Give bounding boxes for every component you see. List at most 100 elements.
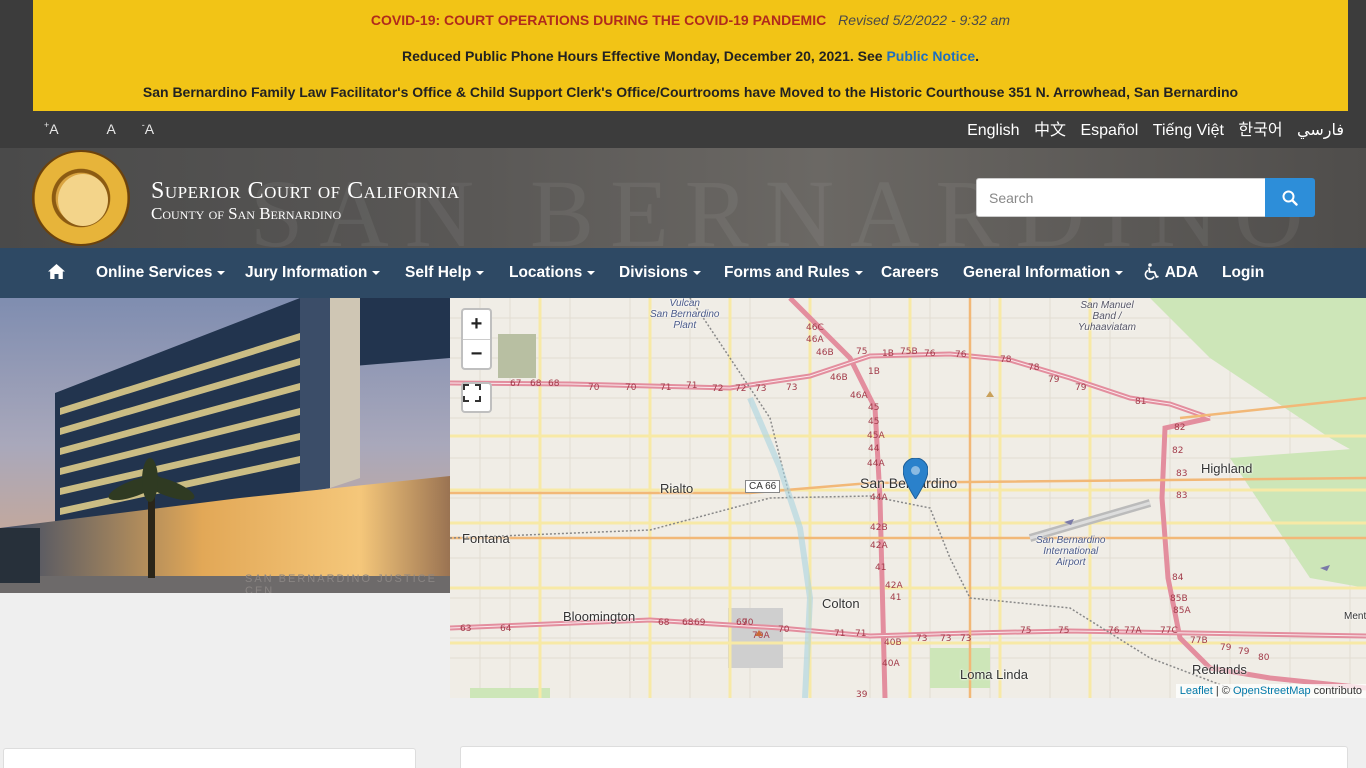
svg-text:44A: 44A (867, 459, 885, 469)
nav-general-information[interactable]: General Information (963, 248, 1124, 298)
nav-forms-and-rules[interactable]: Forms and Rules (724, 248, 863, 298)
map-label-san-manuel: San Manuel Band / Yuhaaviatam (1078, 300, 1136, 333)
svg-text:46B: 46B (830, 373, 848, 383)
svg-text:77A: 77A (1124, 626, 1142, 636)
svg-text:45: 45 (868, 403, 879, 413)
nav-general-information-label: General Information (963, 264, 1111, 281)
svg-text:68: 68 (658, 618, 670, 628)
svg-text:81: 81 (1135, 397, 1146, 407)
attribution-contributors: contributo (1310, 685, 1362, 697)
chevron-down-icon (217, 270, 226, 275)
svg-text:82: 82 (1172, 446, 1183, 456)
chevron-down-icon (372, 270, 381, 275)
attribution-separator: | © (1212, 685, 1233, 697)
court-seal-logo[interactable] (32, 150, 130, 246)
svg-text:63: 63 (460, 624, 471, 634)
svg-text:46B: 46B (816, 348, 834, 358)
search-input[interactable] (976, 178, 1266, 217)
svg-text:76: 76 (924, 349, 936, 359)
svg-text:78: 78 (1000, 355, 1012, 365)
svg-text:44A: 44A (870, 493, 888, 503)
font-normal-button[interactable]: A (107, 121, 116, 137)
court-title[interactable]: Superior Court of California (151, 178, 460, 205)
nav-login[interactable]: Login (1222, 248, 1264, 298)
fullscreen-icon (463, 384, 481, 402)
svg-text:71: 71 (660, 383, 671, 393)
nav-home[interactable] (47, 248, 66, 298)
font-increase-label: A (49, 120, 59, 137)
svg-text:73: 73 (786, 383, 797, 393)
lang-farsi[interactable]: فارسي (1297, 122, 1344, 139)
fullscreen-button[interactable] (461, 382, 492, 413)
covid-alert-line: COVID-19: COURT OPERATIONS DURING THE CO… (33, 12, 1348, 28)
svg-text:44: 44 (868, 444, 880, 454)
svg-text:83: 83 (1176, 491, 1187, 501)
svg-text:40B: 40B (884, 638, 902, 648)
main-nav: Online Services Jury Information Self He… (0, 248, 1366, 298)
zoom-in-button[interactable]: + (463, 310, 490, 339)
map-label-mentone: Ment (1344, 611, 1366, 622)
svg-text:75B: 75B (900, 347, 918, 357)
chevron-down-icon (1115, 270, 1124, 275)
nav-forms-and-rules-label: Forms and Rules (724, 264, 850, 281)
lang-chinese[interactable]: 中文 (1034, 122, 1066, 139)
zoom-out-button[interactable]: − (463, 339, 490, 368)
office-move-notice: San Bernardino Family Law Facilitator's … (142, 84, 1239, 100)
lang-english[interactable]: English (967, 122, 1019, 139)
main-content-panel (460, 746, 1348, 768)
svg-text:67: 67 (510, 379, 521, 389)
font-size-controls: +A A -A (44, 120, 198, 137)
svg-text:40A: 40A (882, 659, 900, 669)
nav-login-label: Login (1222, 264, 1265, 281)
svg-text:41: 41 (890, 593, 901, 603)
nav-self-help[interactable]: Self Help (405, 248, 485, 298)
svg-text:45: 45 (868, 417, 879, 427)
font-decrease-button[interactable]: -A (142, 120, 176, 137)
svg-text:79: 79 (1220, 643, 1232, 653)
font-increase-button[interactable]: +A (44, 120, 81, 137)
svg-text:68: 68 (682, 618, 694, 628)
public-notice-link[interactable]: Public Notice (886, 48, 975, 64)
svg-text:46A: 46A (850, 391, 868, 401)
wheelchair-icon (1144, 263, 1159, 280)
courthouse-photo: SAN BERNARDINO JUSTICE CEN (0, 298, 450, 593)
map-pin-icon (903, 458, 928, 499)
svg-text:73: 73 (916, 634, 927, 644)
map-shield-ca66: CA 66 (745, 480, 781, 493)
nav-online-services[interactable]: Online Services (96, 248, 226, 298)
svg-text:72: 72 (712, 384, 723, 394)
phone-hours-text: Reduced Public Phone Hours Effective Mon… (401, 48, 887, 64)
sidebar-panel (3, 748, 416, 768)
courthouse-illustration (0, 298, 450, 593)
search-button[interactable] (1265, 178, 1315, 217)
svg-text:77C: 77C (1160, 626, 1178, 636)
svg-text:71: 71 (855, 629, 866, 639)
svg-text:72: 72 (735, 384, 746, 394)
svg-text:80: 80 (1258, 653, 1270, 663)
nav-locations-label: Locations (509, 264, 583, 281)
covid-title-link[interactable]: COVID-19: COURT OPERATIONS DURING THE CO… (371, 12, 826, 28)
revised-date: Revised 5/2/2022 - 9:32 am (838, 12, 1011, 28)
svg-text:79: 79 (1238, 647, 1250, 657)
nav-locations[interactable]: Locations (509, 248, 596, 298)
nav-jury-information[interactable]: Jury Information (245, 248, 381, 298)
lang-spanish[interactable]: Español (1080, 122, 1138, 139)
nav-ada[interactable]: ADA (1144, 248, 1198, 298)
nav-careers[interactable]: Careers (881, 248, 939, 298)
svg-text:75: 75 (856, 347, 867, 357)
nav-self-help-label: Self Help (405, 264, 472, 281)
nav-jury-information-label: Jury Information (245, 264, 368, 281)
location-map[interactable]: 67 68 68 70 70 71 71 72 72 73 73 46C 46A 46B 75 1B 75… (450, 298, 1366, 698)
site-header: SAN BERNARDINO Superior Court of Califor… (0, 148, 1366, 248)
svg-text:70: 70 (625, 383, 637, 393)
chevron-down-icon (587, 270, 596, 275)
map-label-highland: Highland (1201, 461, 1253, 476)
map-label-vulcan-plant: Vulcan San Bernardino Plant (650, 298, 720, 331)
leaflet-link[interactable]: Leaflet (1180, 685, 1213, 697)
openstreetmap-link[interactable]: OpenStreetMap (1233, 685, 1311, 697)
svg-text:71: 71 (686, 381, 697, 391)
lang-vietnamese[interactable]: Tiếng Việt (1153, 122, 1224, 139)
court-subtitle[interactable]: County of San Bernardino (151, 204, 341, 224)
lang-korean[interactable]: 한국어 (1238, 122, 1282, 139)
nav-divisions[interactable]: Divisions (619, 248, 701, 298)
